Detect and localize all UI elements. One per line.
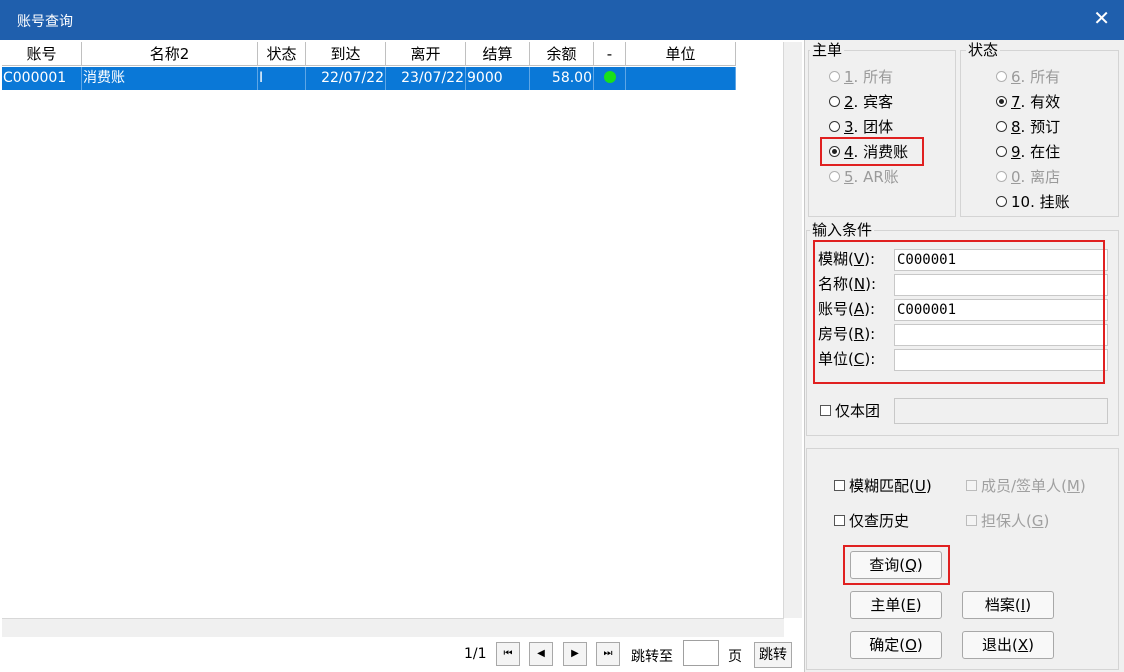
radio-status-onaccount[interactable]: 10. 挂账 (996, 191, 1070, 213)
highlight-conditions (813, 240, 1105, 384)
grid-header: 账号 名称2 状态 到达 离开 结算 余额 - 单位 (2, 42, 736, 66)
next-page-button[interactable]: ▶ (563, 642, 587, 666)
page-unit-label: 页 (728, 649, 742, 665)
vertical-scrollbar[interactable] (783, 42, 802, 618)
col-unit[interactable]: 单位 (626, 42, 736, 66)
cell-arrive: 22/07/22 (306, 67, 386, 90)
pager: 1/1 ⏮ ◀ ▶ ⏭ 跳转至 页 跳转 (0, 638, 804, 672)
title-bar: 账号查询 ✕ (0, 0, 1124, 40)
col-status[interactable]: 状态 (258, 42, 306, 66)
col-arrive[interactable]: 到达 (306, 42, 386, 66)
cell-status: I (258, 67, 306, 90)
window-title: 账号查询 (17, 14, 73, 30)
col-settle[interactable]: 结算 (466, 42, 530, 66)
cell-indicator (594, 67, 626, 90)
cell-account: C000001 (2, 67, 82, 90)
radio-main-group[interactable]: 3. 团体 (829, 116, 893, 138)
prev-page-button[interactable]: ◀ (529, 642, 553, 666)
first-page-button[interactable]: ⏮ (496, 642, 520, 666)
cell-name: 消费账 (82, 67, 258, 90)
close-icon[interactable]: ✕ (1093, 8, 1110, 28)
conditions-title: 输入条件 (810, 221, 875, 239)
col-name2[interactable]: 名称2 (82, 42, 258, 66)
last-page-button[interactable]: ⏭ (596, 642, 620, 666)
status-dot-icon (603, 70, 616, 83)
fuzzy-match-checkbox[interactable]: 模糊匹配(U) (834, 475, 932, 497)
jump-button[interactable]: 跳转 (754, 642, 792, 668)
ok-button[interactable]: 确定(O) (850, 631, 942, 659)
radio-status-departed[interactable]: 0. 离店 (996, 166, 1060, 188)
member-signer-checkbox[interactable]: 成员/签单人(M) (966, 475, 1086, 497)
highlight-query (843, 545, 950, 585)
radio-main-guest[interactable]: 2. 宾客 (829, 91, 893, 113)
exit-button[interactable]: 退出(X) (962, 631, 1054, 659)
col-balance[interactable]: 余额 (530, 42, 594, 66)
master-button[interactable]: 主单(E) (850, 591, 942, 619)
col-dash[interactable]: - (594, 42, 626, 66)
radio-main-ar[interactable]: 5. AR账 (829, 166, 899, 188)
archive-button[interactable]: 档案(I) (962, 591, 1054, 619)
radio-status-valid[interactable]: 7. 有效 (996, 91, 1060, 113)
main-group-title: 主单 (810, 41, 845, 59)
cell-balance: 58.00 (530, 67, 594, 90)
page-indicator: 1/1 (464, 646, 487, 662)
guarantor-checkbox[interactable]: 担保人(G) (966, 510, 1049, 532)
col-account[interactable]: 账号 (2, 42, 82, 66)
page-number-input[interactable] (683, 640, 719, 666)
status-group-title: 状态 (966, 41, 1001, 59)
history-only-checkbox[interactable]: 仅查历史 (834, 510, 909, 532)
results-pane: 账号 名称2 状态 到达 离开 结算 余额 - 单位 C000001 消费账 I… (0, 40, 805, 672)
cell-settle: 9000 (466, 67, 530, 90)
cell-unit (626, 67, 736, 90)
horizontal-scrollbar[interactable] (2, 618, 784, 637)
group-only-input[interactable] (894, 398, 1108, 424)
radio-status-reserved[interactable]: 8. 预订 (996, 116, 1060, 138)
group-only-checkbox[interactable]: 仅本团 (820, 400, 880, 422)
table-row[interactable]: C000001 消费账 I 22/07/22 23/07/22 9000 58.… (2, 67, 736, 90)
col-depart[interactable]: 离开 (386, 42, 466, 66)
radio-status-all[interactable]: 6. 所有 (996, 66, 1060, 88)
radio-main-all[interactable]: 1. 所有 (829, 66, 893, 88)
radio-status-inhouse[interactable]: 9. 在住 (996, 141, 1060, 163)
cell-depart: 23/07/22 (386, 67, 466, 90)
jump-label: 跳转至 (631, 649, 673, 665)
highlight-consumption (820, 137, 924, 166)
